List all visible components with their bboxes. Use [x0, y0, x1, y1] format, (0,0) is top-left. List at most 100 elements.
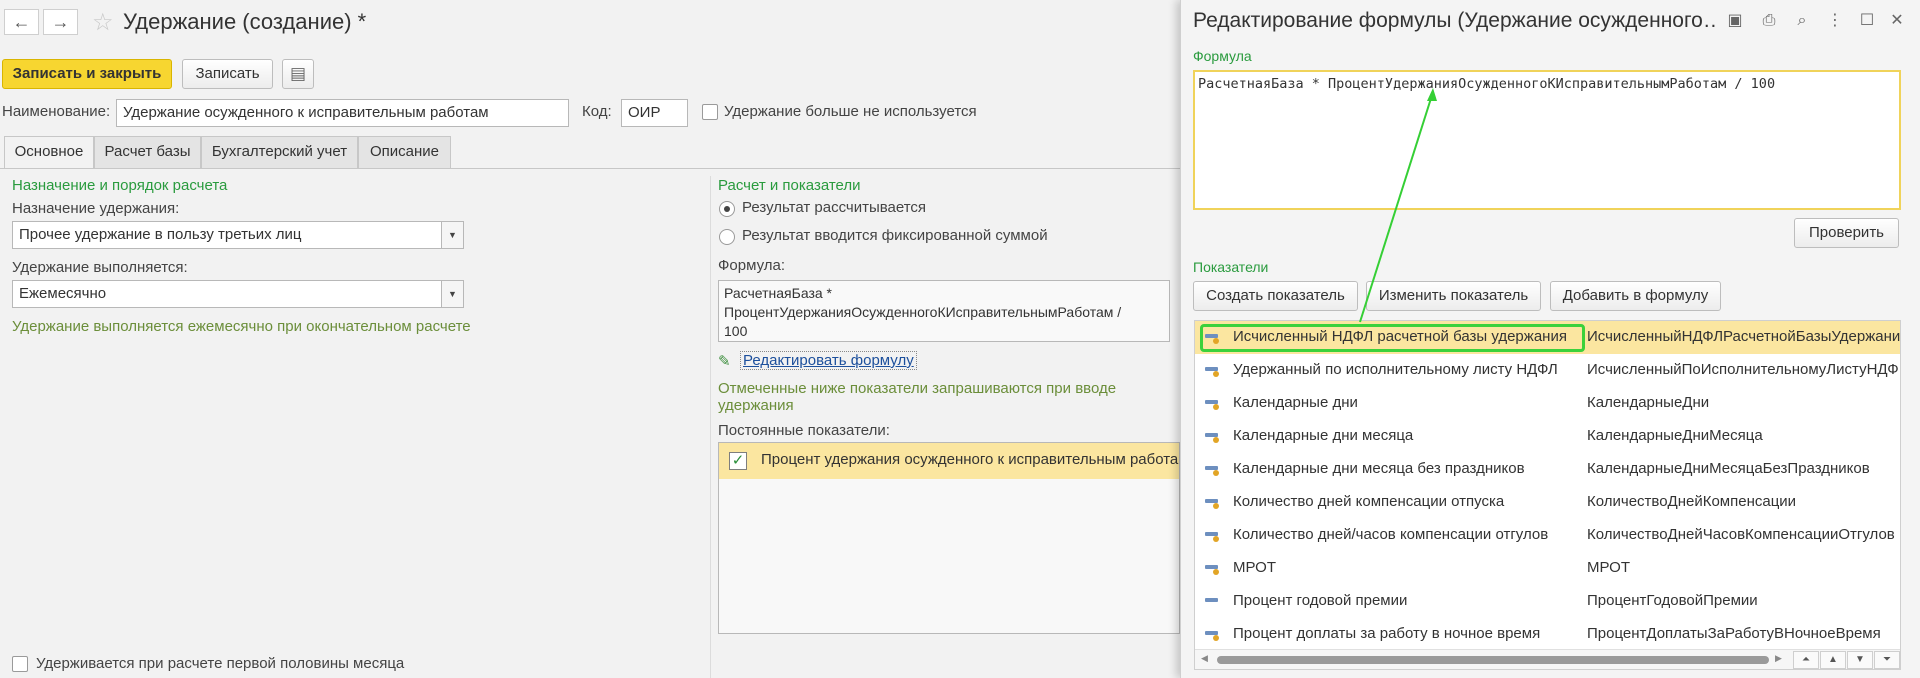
column-divider	[710, 176, 711, 678]
create-indicator-button[interactable]: Создать показатель	[1193, 281, 1358, 311]
withholding-form-window: ← → ☆ Удержание (создание) * Записать и …	[0, 0, 1180, 678]
tab-main[interactable]: Основное	[4, 136, 94, 169]
scroll-down-icon[interactable]: ▼	[1847, 651, 1873, 669]
more-icon[interactable]: ⋮	[1824, 10, 1846, 32]
save-icon[interactable]: ▣	[1724, 10, 1746, 32]
indicator-id: МРОТ	[1587, 559, 1631, 576]
tab-description[interactable]: Описание	[358, 136, 451, 168]
indicator-name: Процент доплаты за работу в ночное время	[1233, 625, 1541, 642]
checkmark-icon[interactable]: ✓	[729, 452, 747, 470]
table-row[interactable]: Календарные дни месяца КалендарныеДниМеся…	[1195, 420, 1900, 453]
arrow-left-icon: ←	[12, 12, 31, 32]
tab-base-calc[interactable]: Расчет базы	[94, 136, 201, 168]
indicator-id: КоличествоДнейКомпенсации	[1587, 493, 1797, 510]
add-to-formula-button[interactable]: Добавить в формулу	[1550, 281, 1721, 311]
formula-line: ПроцентУдержанияОсужденногоКИсправительн…	[724, 304, 1122, 320]
check-button[interactable]: Проверить	[1794, 218, 1899, 248]
highlight-box	[1200, 324, 1585, 352]
calc-section-heading: Расчет и показатели	[718, 177, 861, 194]
table-row[interactable]: Календарные дни КалендарныеДни	[1195, 387, 1900, 420]
radio-calculated-label: Результат рассчитывается	[742, 199, 927, 216]
back-button[interactable]: ←	[4, 9, 39, 35]
change-indicator-button[interactable]: Изменить показатель	[1366, 281, 1541, 311]
preview-icon[interactable]: ⌕	[1791, 10, 1813, 32]
formula-textarea[interactable]: РасчетнаяБаза * ПроцентУдержанияОсужденн…	[1193, 70, 1901, 210]
code-input[interactable]: ОИР	[621, 99, 688, 127]
table-row[interactable]: Календарные дни месяца без праздников Кал…	[1195, 453, 1900, 486]
constant-indicators-label: Постоянные показатели:	[718, 422, 890, 439]
indicators-note: Отмеченные ниже показатели запрашиваются…	[718, 380, 1117, 414]
editor-title: Редактирование формулы (Удержание осужде…	[1193, 9, 1718, 32]
tab-accounting[interactable]: Бухгалтерский учет	[201, 136, 358, 168]
table-row[interactable]: Количество дней компенсации отпуска Колич…	[1195, 486, 1900, 519]
purpose-select-value: Прочее удержание в пользу третьих лиц	[19, 226, 302, 243]
scroll-top-icon[interactable]: ⏶	[1793, 651, 1819, 669]
favorite-star-icon[interactable]: ☆	[92, 8, 114, 37]
indicator-icon	[1205, 530, 1219, 542]
horizontal-scrollbar[interactable]: ◀ ▶ ⏶ ▲ ▼ ⏷	[1195, 649, 1900, 669]
page-title: Удержание (создание) *	[123, 9, 367, 34]
indicator-icon	[1205, 365, 1219, 377]
table-row[interactable]: Процент доплаты за работу в ночное время…	[1195, 618, 1900, 651]
chevron-down-icon[interactable]: ▼	[441, 281, 463, 307]
indicator-icon	[1205, 398, 1219, 410]
table-row[interactable]: Исчисленный НДФЛ расчетной базы удержани…	[1195, 321, 1900, 354]
scroll-up-icon[interactable]: ▲	[1820, 651, 1846, 669]
table-row[interactable]: Процент годовой премии ПроцентГодовойПрем…	[1195, 585, 1900, 618]
scroll-bottom-icon[interactable]: ⏷	[1874, 651, 1900, 669]
pencil-icon: ✎	[718, 353, 731, 370]
indicators-label: Показатели	[1193, 259, 1269, 275]
indicator-name: Календарные дни месяца без праздников	[1233, 460, 1525, 477]
performed-note: Удержание выполняется ежемесячно при око…	[12, 318, 471, 335]
radio-fixed-label: Результат вводится фиксированной суммой	[742, 227, 1048, 244]
indicator-name: Количество дней/часов компенсации отгуло…	[1233, 526, 1549, 543]
print-icon[interactable]: ⎙	[1758, 10, 1780, 32]
scroll-left-icon[interactable]: ◀	[1201, 653, 1208, 664]
formula-label: Формула:	[718, 257, 786, 274]
indicator-icon	[1205, 629, 1219, 641]
code-label: Код:	[582, 103, 612, 120]
editor-formula-label: Формула	[1193, 48, 1252, 64]
forward-button[interactable]: →	[43, 9, 78, 35]
indicator-id: КоличествоДнейЧасовКомпенсацииОтгулов	[1587, 526, 1895, 543]
scrollbar-thumb[interactable]	[1217, 656, 1769, 664]
constant-indicators-table: ✓ Процент удержания осужденного к исправ…	[718, 442, 1180, 634]
edit-formula-link[interactable]: Редактировать формулу	[740, 351, 917, 370]
purpose-select[interactable]: Прочее удержание в пользу третьих лиц ▼	[12, 221, 464, 249]
table-row[interactable]: Количество дней/часов компенсации отгуло…	[1195, 519, 1900, 552]
arrow-right-icon: →	[51, 12, 70, 32]
indicator-id: ИсчисленныйНДФЛРасчетнойБазыУдержани	[1587, 328, 1901, 345]
indicator-name: Календарные дни	[1233, 394, 1358, 411]
unused-checkbox[interactable]	[702, 104, 718, 120]
document-icon[interactable]: ▤	[282, 59, 314, 89]
scroll-right-icon[interactable]: ▶	[1775, 653, 1782, 664]
indicator-id: КалендарныеДниМесяца	[1587, 427, 1763, 444]
indicator-name: МРОТ	[1233, 559, 1277, 576]
table-row[interactable]: МРОТ МРОТ	[1195, 552, 1900, 585]
indicator-icon	[1205, 563, 1219, 575]
chevron-down-icon[interactable]: ▼	[441, 222, 463, 248]
purpose-label: Назначение удержания:	[12, 200, 180, 217]
formula-display: РасчетнаяБаза * ПроцентУдержанияОсужденн…	[718, 280, 1170, 342]
first-half-checkbox[interactable]	[12, 656, 28, 672]
close-icon[interactable]: ✕	[1886, 10, 1908, 32]
radio-fixed[interactable]	[719, 229, 735, 245]
indicator-name: Количество дней компенсации отпуска	[1233, 493, 1505, 510]
indicator-icon	[1205, 431, 1219, 443]
maximize-icon[interactable]: ☐	[1856, 10, 1878, 32]
table-row[interactable]: ✓ Процент удержания осужденного к исправ…	[719, 443, 1179, 479]
radio-calculated[interactable]	[719, 201, 735, 217]
table-row[interactable]: Удержанный по исполнительному листу НДФЛ…	[1195, 354, 1900, 387]
name-label: Наименование:	[2, 103, 111, 120]
indicator-name: Удержанный по исполнительному листу НДФЛ	[1233, 361, 1558, 378]
indicator-name: Процент годовой премии	[1233, 592, 1408, 609]
indicator-id: ПроцентГодовойПремии	[1587, 592, 1758, 609]
name-input[interactable]: Удержание осужденного к исправительным р…	[116, 99, 569, 127]
unused-label: Удержание больше не используется	[724, 103, 977, 120]
constant-indicator-name: Процент удержания осужденного к исправит…	[761, 451, 1180, 468]
save-button[interactable]: Записать	[182, 59, 273, 89]
tab-divider	[0, 168, 1180, 169]
performed-select[interactable]: Ежемесячно ▼	[12, 280, 464, 308]
save-and-close-button[interactable]: Записать и закрыть	[2, 59, 172, 89]
formula-line: РасчетнаяБаза *	[724, 285, 832, 301]
